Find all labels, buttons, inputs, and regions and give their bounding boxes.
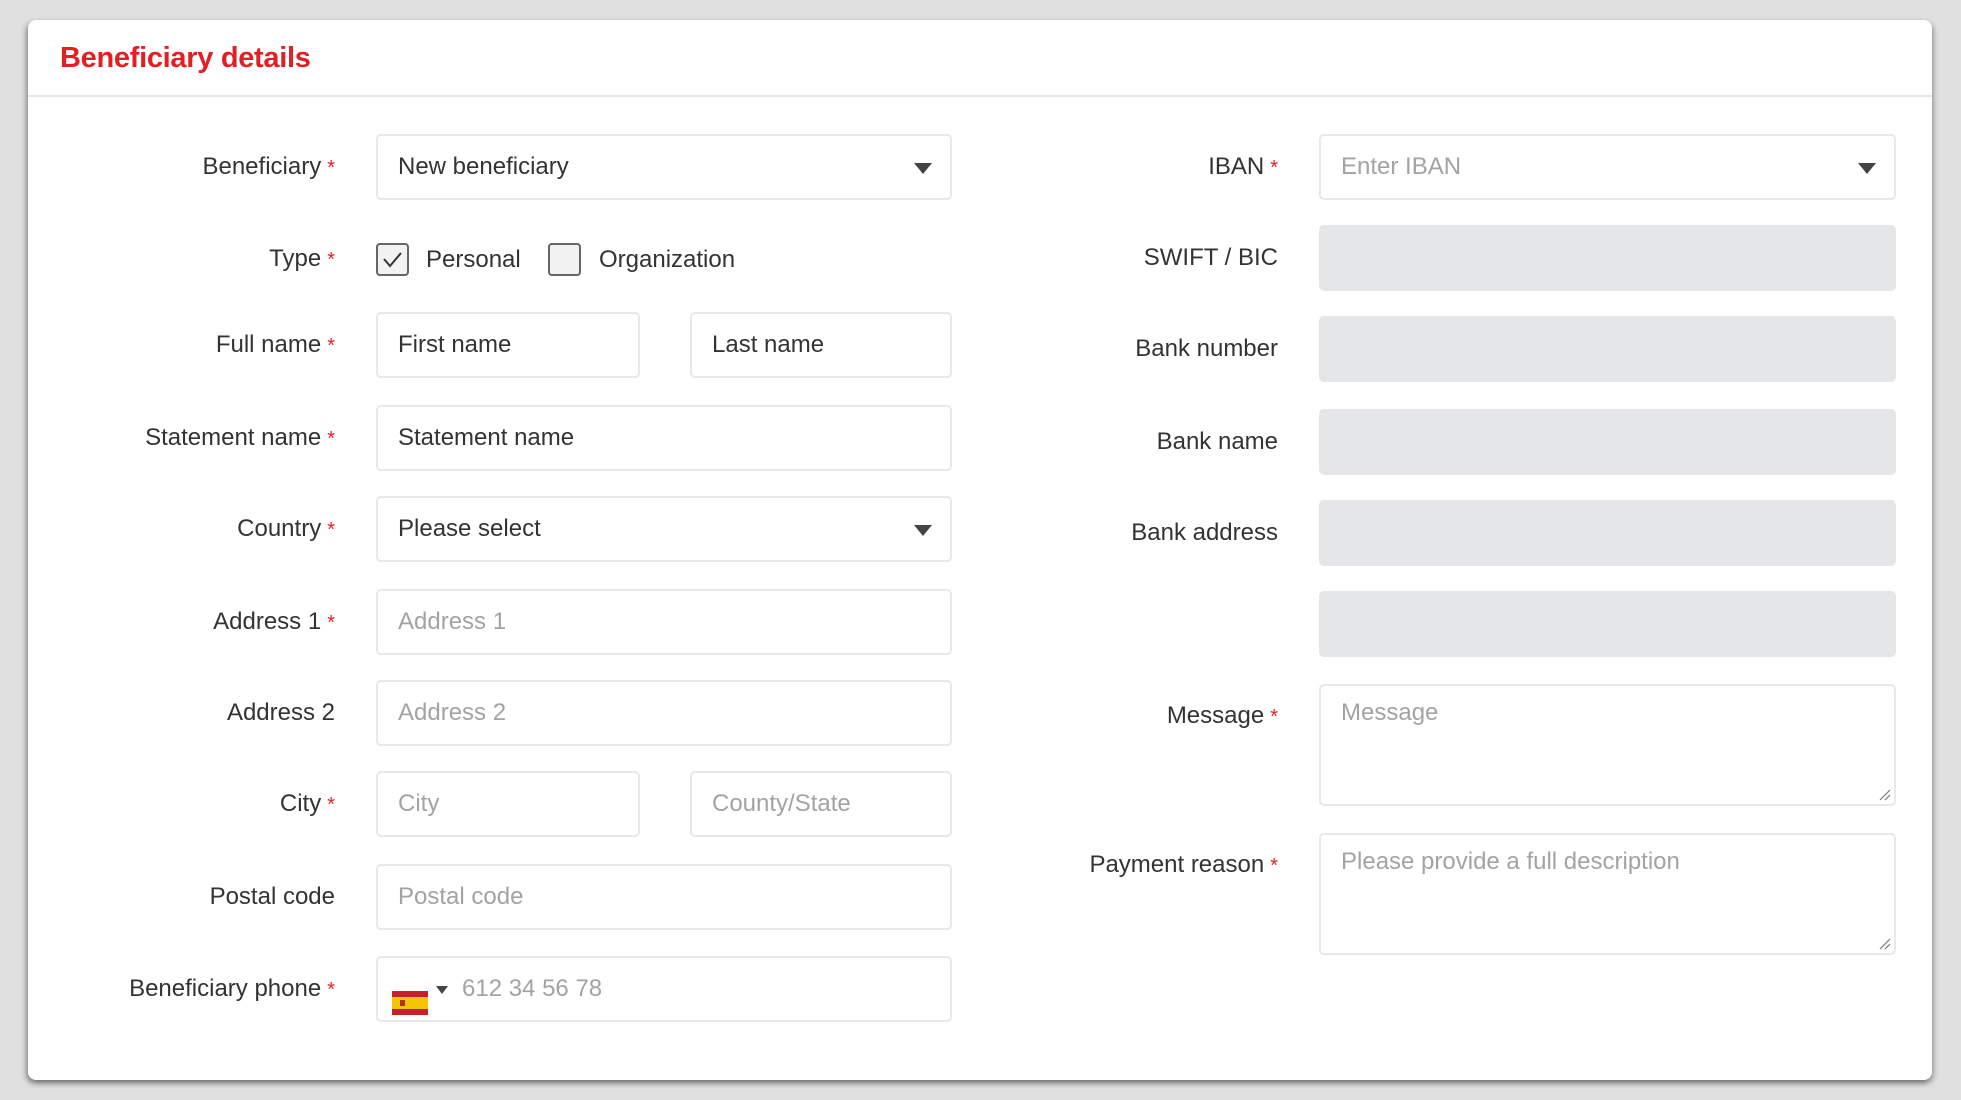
message-placeholder: Message	[1341, 699, 1439, 726]
required-marker: *	[327, 428, 335, 450]
phone-input[interactable]: 612 34 56 78	[376, 956, 952, 1022]
country-code-dropdown-icon[interactable]	[436, 986, 448, 994]
statement-name-label-text: Statement name	[145, 424, 322, 451]
bank-number-input	[1319, 316, 1896, 382]
phone-placeholder: 612 34 56 78	[462, 975, 603, 1002]
payment-reason-label: Payment reason *	[1089, 832, 1278, 898]
required-marker: *	[327, 157, 335, 179]
full-name-label-text: Full name	[215, 331, 322, 358]
required-marker: *	[1270, 855, 1278, 877]
message-textarea[interactable]: Message	[1319, 684, 1896, 806]
bank-address-line2-input	[1319, 591, 1896, 657]
required-marker: *	[327, 519, 335, 541]
iban-label: IBAN *	[1208, 134, 1278, 200]
beneficiary-select[interactable]: New beneficiary	[376, 134, 952, 200]
last-name-input[interactable]: Last name	[690, 312, 952, 378]
chevron-down-icon	[914, 163, 932, 174]
bank-address-input	[1319, 500, 1896, 566]
county-state-input[interactable]: County/State	[690, 771, 952, 837]
required-marker: *	[327, 794, 335, 816]
address1-input[interactable]: Address 1	[376, 589, 952, 655]
beneficiary-label: Beneficiary *	[202, 134, 335, 200]
city-input[interactable]: City	[376, 771, 640, 837]
payment-reason-textarea[interactable]: Please provide a full description	[1319, 833, 1896, 955]
bank-name-input	[1319, 409, 1896, 475]
statement-name-label: Statement name *	[145, 405, 335, 471]
bank-address-label: Bank address	[1131, 519, 1278, 546]
personal-checkbox[interactable]	[376, 243, 409, 276]
statement-name-input[interactable]: Statement name	[376, 405, 952, 471]
resize-handle-icon[interactable]	[1877, 936, 1891, 950]
personal-label[interactable]: Personal	[426, 243, 521, 276]
card-title: Beneficiary details	[60, 42, 311, 74]
country-label-text: Country	[237, 515, 322, 542]
phone-label: Beneficiary phone *	[129, 956, 335, 1022]
spain-flag-icon[interactable]	[392, 977, 428, 1015]
address2-label: Address 2	[226, 699, 335, 726]
city-label-text: City	[279, 790, 322, 817]
payment-reason-placeholder: Please provide a full description	[1341, 848, 1680, 875]
type-label-text: Type	[269, 245, 322, 272]
required-marker: *	[1270, 706, 1278, 728]
swift-bic-input	[1319, 225, 1896, 291]
required-marker: *	[327, 979, 335, 1001]
iban-input[interactable]: Enter IBAN	[1319, 134, 1896, 200]
country-select-value: Please select	[398, 515, 541, 542]
city-label: City *	[280, 771, 335, 837]
chevron-down-icon	[914, 525, 932, 536]
full-name-label: Full name *	[216, 312, 335, 378]
postal-code-input[interactable]: Postal code	[376, 864, 952, 930]
beneficiary-label-text: Beneficiary	[202, 153, 322, 180]
address1-label: Address 1 *	[213, 589, 335, 655]
beneficiary-select-value: New beneficiary	[398, 153, 569, 180]
chevron-down-icon	[1858, 163, 1876, 174]
iban-label-text: IBAN	[1208, 153, 1265, 180]
checkmark-icon	[383, 252, 402, 268]
resize-handle-icon[interactable]	[1877, 787, 1891, 801]
country-select[interactable]: Please select	[376, 496, 952, 562]
beneficiary-details-card: Beneficiary details Beneficiary * New ben…	[28, 20, 1932, 1080]
required-marker: *	[327, 335, 335, 357]
first-name-input[interactable]: First name	[376, 312, 640, 378]
card-header: Beneficiary details	[28, 20, 1932, 97]
message-label: Message *	[1167, 683, 1278, 749]
postal-code-label: Postal code	[209, 883, 335, 910]
message-label-text: Message	[1166, 702, 1265, 729]
iban-placeholder: Enter IBAN	[1341, 153, 1462, 180]
phone-label-text: Beneficiary phone	[129, 975, 322, 1002]
bank-number-label: Bank number	[1135, 335, 1278, 362]
type-label: Type *	[269, 226, 335, 292]
bank-name-label: Bank name	[1156, 428, 1278, 455]
swift-bic-label: SWIFT / BIC	[1143, 244, 1278, 271]
country-label: Country *	[237, 496, 335, 562]
organization-label[interactable]: Organization	[599, 243, 735, 276]
organization-checkbox[interactable]	[548, 243, 581, 276]
required-marker: *	[327, 249, 335, 271]
required-marker: *	[327, 612, 335, 634]
required-marker: *	[1270, 157, 1278, 179]
address1-label-text: Address 1	[213, 608, 322, 635]
address2-input[interactable]: Address 2	[376, 680, 952, 746]
payment-reason-label-text: Payment reason	[1089, 851, 1265, 878]
